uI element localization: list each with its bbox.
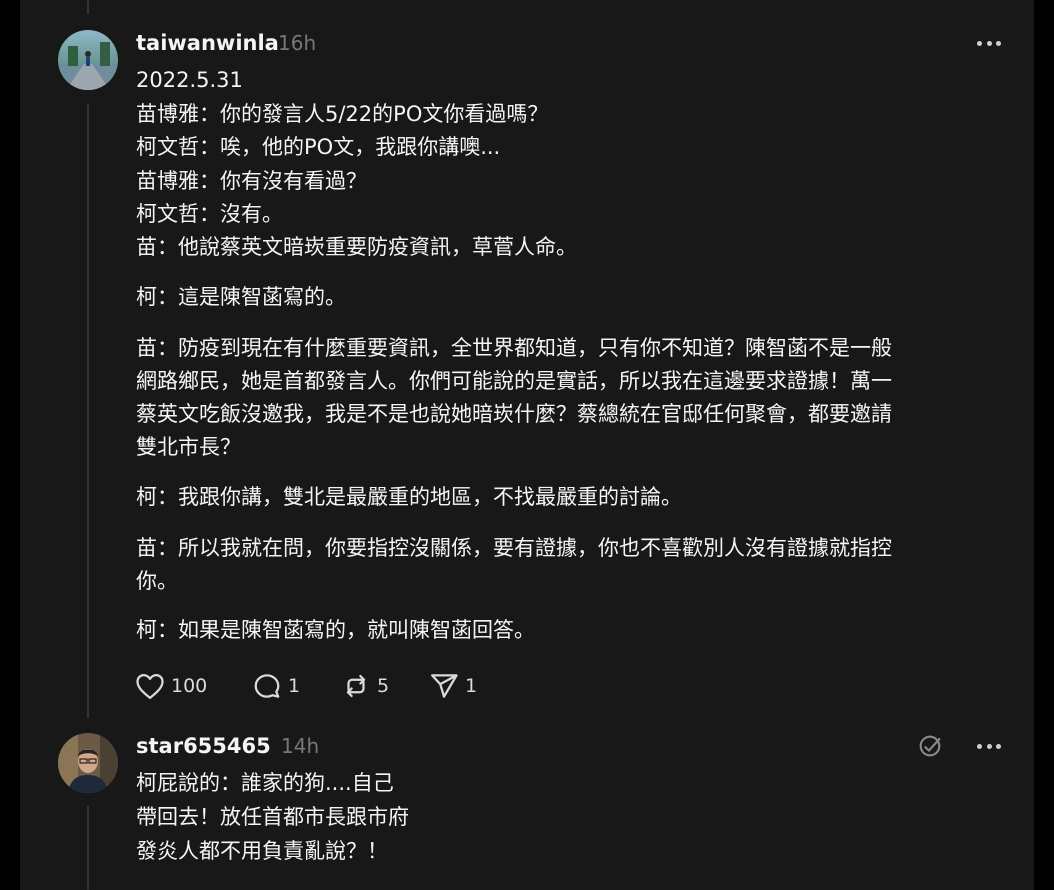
repost-count: 5: [377, 675, 390, 697]
post-text-line: 柯文哲：沒有。: [136, 202, 283, 226]
post-username[interactable]: star655465: [136, 734, 271, 758]
post-text-line: 柯：這是陳智菡寫的。: [136, 285, 346, 309]
send-icon: [431, 674, 458, 698]
more-options-icon[interactable]: [977, 31, 1001, 55]
repost-button[interactable]: 5: [341, 672, 389, 700]
avatar[interactable]: [58, 30, 118, 90]
post-text-line: 苗博雅：你的發言人5/22的PO文你看過嗎？: [136, 102, 549, 126]
more-options-icon[interactable]: [977, 734, 1001, 758]
like-count: 100: [171, 675, 208, 697]
post-text-line: 苗：防疫到現在有什麼重要資訊，全世界都知道，只有你不知道？陳智菡不是一般: [136, 336, 892, 360]
thread-panel: taiwanwinla 16h 2022.5.31 苗博雅：你的發言人5/22的…: [20, 0, 1034, 890]
post-text-line: 柯：如果是陳智菡寫的，就叫陳智菡回答。: [136, 618, 535, 642]
share-count: 1: [465, 675, 478, 697]
post-text-line: 柯文哲：唉，他的PO文，我跟你講噢...: [136, 135, 501, 159]
thread-line-post1: [87, 104, 89, 718]
post-text-line: 網路鄉民，她是首都發言人。你們可能說的是實話，所以我在這邊要求證據！萬一: [136, 369, 892, 393]
post-text-line: 2022.5.31: [136, 68, 243, 92]
post-timestamp[interactable]: 14h: [281, 734, 319, 758]
post-text-line: 苗：他說蔡英文暗崁重要防疫資訊，草菅人命。: [136, 235, 577, 259]
post-text-line: 柯：我跟你講，雙北是最嚴重的地區，不找最嚴重的討論。: [136, 485, 682, 509]
post-text-line: 蔡英文吃飯沒邀我，我是不是也說她暗崁什麼？蔡總統在官邸任何聚會，都要邀請: [136, 402, 892, 426]
post-text-line: 帶回去！放任首都市長跟市府: [136, 805, 409, 829]
comment-icon: [254, 674, 280, 698]
repost-icon: [346, 674, 366, 698]
post-text-line: 苗：所以我就在問，你要指控沒關係，要有證據，你也不喜歡別人沒有證據就指控: [136, 536, 892, 560]
post-timestamp[interactable]: 16h: [278, 31, 316, 55]
share-button[interactable]: 1: [429, 672, 477, 700]
post-text-line: 苗博雅：你有沒有看過？: [136, 169, 367, 193]
like-button[interactable]: 100: [135, 672, 207, 700]
post-text-line: 柯屁說的：誰家的狗....自己: [136, 771, 394, 795]
post-text-line: 發炎人都不用負責亂說？！: [136, 839, 388, 863]
thread-line-top: [87, 0, 89, 14]
hidden-reply-icon[interactable]: [916, 732, 944, 760]
post-text-line: 雙北市長？: [136, 435, 241, 459]
post-text-line: 你。: [136, 569, 178, 593]
avatar[interactable]: [58, 733, 118, 793]
comment-count: 1: [288, 675, 301, 697]
heart-icon: [136, 674, 164, 699]
post-username[interactable]: taiwanwinla: [136, 31, 279, 55]
comment-button[interactable]: 1: [252, 672, 300, 700]
thread-line-post2: [87, 806, 89, 890]
